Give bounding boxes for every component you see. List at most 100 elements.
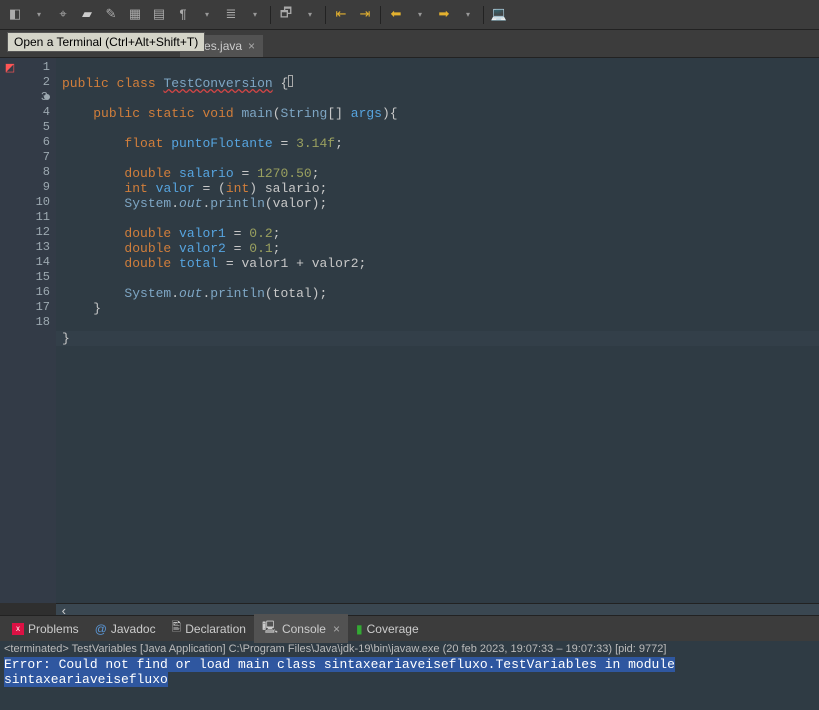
line-number: 7 xyxy=(20,150,50,165)
number: 0.2 xyxy=(249,226,272,241)
number: 3.14f xyxy=(296,136,335,151)
keyword: public xyxy=(93,106,140,121)
coverage-icon: ▮ xyxy=(356,622,363,636)
variable: valor2 xyxy=(179,241,226,256)
declaration-icon: 🖺 xyxy=(172,618,182,639)
code-area[interactable]: public class TestConversion { public sta… xyxy=(56,58,819,603)
edit-icon[interactable]: ✎ xyxy=(101,5,121,25)
mark-occurrences-icon[interactable]: ⌖ xyxy=(53,5,73,25)
error-marker-icon[interactable]: ◩ xyxy=(0,61,20,76)
outline-icon[interactable]: ▤ xyxy=(149,5,169,25)
cursor-icon xyxy=(288,75,293,87)
tab-javadoc[interactable]: @Javadoc xyxy=(87,618,164,640)
variable: salario xyxy=(179,166,234,181)
variable: valor1 xyxy=(179,226,226,241)
param: args xyxy=(351,106,382,121)
method-name: main xyxy=(242,106,273,121)
keyword: public xyxy=(62,76,109,91)
field: out xyxy=(179,196,202,211)
keyword: double xyxy=(124,226,171,241)
type: System xyxy=(124,196,171,211)
line-number: 1 xyxy=(20,60,50,75)
keyword: double xyxy=(124,166,171,181)
show-whitespace-icon[interactable]: ▦ xyxy=(125,5,145,25)
variable: puntoFlotante xyxy=(171,136,272,151)
marker-column: ◩ xyxy=(0,58,20,603)
line-number: 5 xyxy=(20,120,50,135)
number: 0.1 xyxy=(249,241,272,256)
type: String xyxy=(281,106,328,121)
type: System xyxy=(124,286,171,301)
formatter-dropdown-icon[interactable]: ▾ xyxy=(245,5,265,25)
pilcrow-dropdown-icon[interactable]: ▾ xyxy=(197,5,217,25)
line-number: 3 xyxy=(20,90,50,105)
nav-back-icon[interactable]: ⬅ xyxy=(386,5,406,25)
formatter-icon[interactable]: ≣ xyxy=(221,5,241,25)
line-number: 8 xyxy=(20,165,50,180)
line-number: 17 xyxy=(20,300,50,315)
keyword: class xyxy=(117,76,156,91)
console-output[interactable]: Error: Could not find or load main class… xyxy=(0,657,819,687)
console-icon: 🖳 xyxy=(262,618,278,639)
line-number: 14 xyxy=(20,255,50,270)
toggle-dropdown-icon[interactable]: ▾ xyxy=(29,5,49,25)
console-error-text: Error: Could not find or load main class… xyxy=(4,657,675,687)
brace: } xyxy=(93,301,101,316)
variable: valor xyxy=(156,181,195,196)
tab-problems[interactable]: xProblems xyxy=(4,618,87,640)
line-number: 12 xyxy=(20,225,50,240)
line-number: 4 xyxy=(20,105,50,120)
tab-console[interactable]: 🖳Console× xyxy=(254,614,348,643)
tooltip: Open a Terminal (Ctrl+Alt+Shift+T) xyxy=(7,32,205,52)
toggle-breadcrumb-icon[interactable]: ◧ xyxy=(5,5,25,25)
nav-back-annotation-icon[interactable]: ⇤ xyxy=(331,5,351,25)
bottom-tab-bar: xProblems @Javadoc 🖺Declaration 🖳Console… xyxy=(0,615,819,641)
keyword: double xyxy=(124,241,171,256)
editor: ◩ 1 2 3 4 5 6 7 8 9 10 11 12 13 14 15 16… xyxy=(0,58,819,603)
keyword: float xyxy=(124,136,163,151)
toolbar-separator xyxy=(483,6,484,24)
line-number: 16 xyxy=(20,285,50,300)
nav-back-dropdown-icon[interactable]: ▾ xyxy=(410,5,430,25)
nav-forward-icon[interactable]: ➡ xyxy=(434,5,454,25)
problems-icon: x xyxy=(12,623,24,635)
tab-coverage[interactable]: ▮Coverage xyxy=(348,618,427,640)
wizard-icon[interactable]: 🗗 xyxy=(276,5,296,25)
method: println xyxy=(210,286,265,301)
line-number: 11 xyxy=(20,210,50,225)
line-number: 15 xyxy=(20,270,50,285)
keyword: void xyxy=(202,106,233,121)
close-icon[interactable]: × xyxy=(248,39,255,53)
toolbar-separator xyxy=(325,6,326,24)
line-number: 10 xyxy=(20,195,50,210)
close-icon[interactable]: × xyxy=(333,622,340,636)
class-name: TestConversion xyxy=(163,76,272,91)
method: println xyxy=(210,196,265,211)
keyword: int xyxy=(226,181,249,196)
block-selection-icon[interactable]: ▰ xyxy=(77,5,97,25)
pilcrow-icon[interactable]: ¶ xyxy=(173,5,193,25)
toolbar-separator xyxy=(270,6,271,24)
line-number: 13 xyxy=(20,240,50,255)
fold-marker-icon[interactable] xyxy=(44,94,50,100)
line-number: 2 xyxy=(20,75,50,90)
terminal-icon[interactable]: 💻 xyxy=(489,5,509,25)
field: out xyxy=(179,286,202,301)
variable: total xyxy=(179,256,218,271)
nav-forward-dropdown-icon[interactable]: ▾ xyxy=(458,5,478,25)
console-status: <terminated> TestVariables [Java Applica… xyxy=(0,641,819,657)
tab-declaration[interactable]: 🖺Declaration xyxy=(164,614,254,643)
nav-fwd-annotation-icon[interactable]: ⇥ xyxy=(355,5,375,25)
toolbar-separator xyxy=(380,6,381,24)
keyword: double xyxy=(124,256,171,271)
brace: } xyxy=(62,331,70,346)
line-number: 6 xyxy=(20,135,50,150)
wizard-dropdown-icon[interactable]: ▾ xyxy=(300,5,320,25)
console-panel: <terminated> TestVariables [Java Applica… xyxy=(0,641,819,710)
keyword: static xyxy=(148,106,195,121)
line-number: 18 xyxy=(20,315,50,330)
brace: { xyxy=(280,76,288,91)
line-number: 9 xyxy=(20,180,50,195)
keyword: int xyxy=(124,181,147,196)
line-gutter: 1 2 3 4 5 6 7 8 9 10 11 12 13 14 15 16 1… xyxy=(20,58,56,603)
